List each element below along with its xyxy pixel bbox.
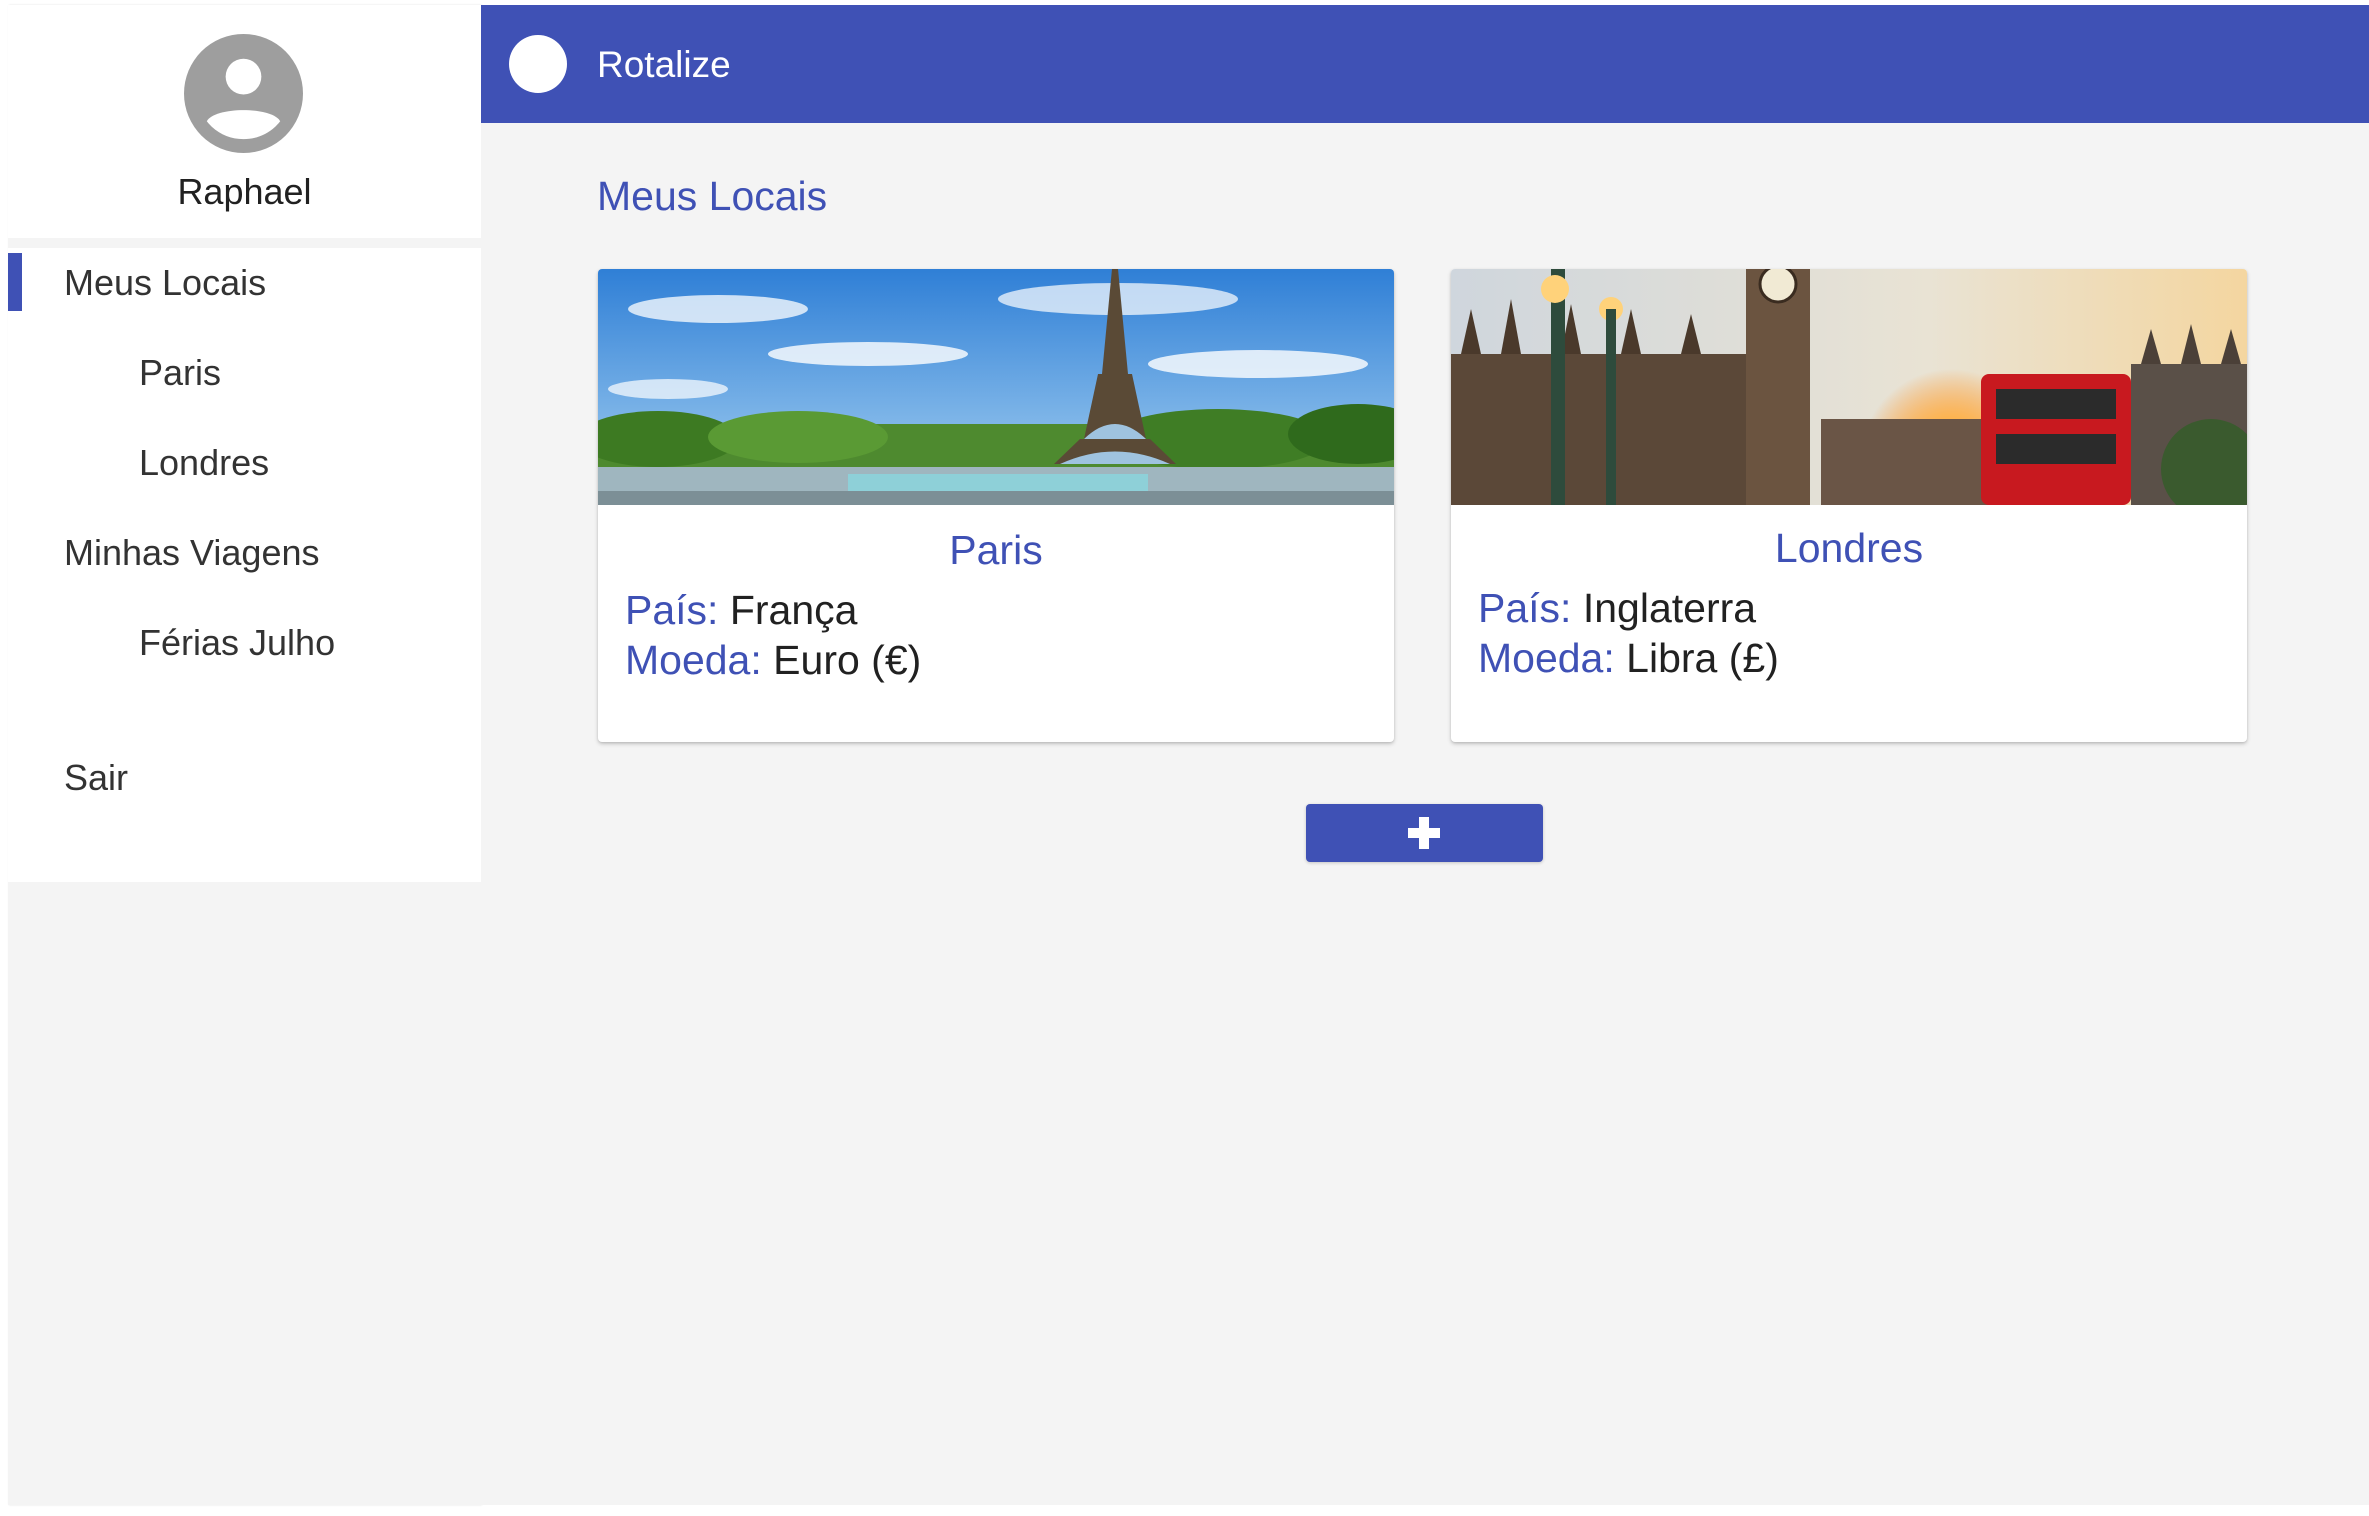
sidebar: Raphael Meus Locais Paris Londres Minhas… bbox=[8, 5, 481, 1505]
sidebar-item-londres[interactable]: Londres bbox=[8, 432, 481, 492]
app-root: Raphael Meus Locais Paris Londres Minhas… bbox=[0, 0, 2369, 1516]
sidebar-item-sair[interactable]: Sair bbox=[8, 747, 481, 807]
profile-panel: Raphael bbox=[8, 5, 481, 238]
card-currency-value: Euro (€) bbox=[773, 637, 922, 683]
card-country-label: País: bbox=[1478, 585, 1572, 631]
main-content: Meus Locais Paris País: França Moeda: Eu… bbox=[481, 123, 2369, 1505]
circle-logo-icon bbox=[509, 35, 567, 93]
account-circle-icon bbox=[184, 34, 303, 153]
card-currency-label: Moeda: bbox=[625, 637, 762, 683]
sidebar-item-label: Férias Julho bbox=[139, 622, 336, 663]
place-card-londres[interactable]: Londres País: Inglaterra Moeda: Libra (£… bbox=[1451, 269, 2247, 742]
add-location-button[interactable] bbox=[1306, 804, 1543, 862]
sidebar-item-label: Paris bbox=[139, 352, 222, 393]
sidebar-item-label: Meus Locais bbox=[64, 262, 267, 303]
sidebar-item-label: Minhas Viagens bbox=[64, 532, 320, 573]
sidebar-item-ferias-julho[interactable]: Férias Julho bbox=[8, 612, 481, 672]
top-app-bar: Rotalize bbox=[481, 5, 2369, 123]
eiffel-tower-photo bbox=[598, 269, 1394, 505]
card-country-label: País: bbox=[625, 587, 719, 633]
active-indicator bbox=[8, 253, 22, 311]
card-currency: Moeda: Libra (£) bbox=[1478, 635, 1779, 682]
profile-name: Raphael bbox=[177, 171, 312, 212]
card-country: País: Inglaterra bbox=[1478, 585, 1756, 632]
app-title: Rotalize bbox=[597, 44, 731, 85]
card-country-value: França bbox=[729, 587, 858, 633]
card-currency-label: Moeda: bbox=[1478, 635, 1615, 681]
card-country: País: França bbox=[625, 587, 857, 634]
card-title: Londres bbox=[1774, 525, 1924, 571]
sidebar-item-meus-locais[interactable]: Meus Locais bbox=[8, 252, 481, 312]
big-ben-bus-photo bbox=[1451, 269, 2247, 505]
plus-icon bbox=[1408, 817, 1440, 849]
sidebar-item-minhas-viagens[interactable]: Minhas Viagens bbox=[8, 522, 481, 582]
sidebar-nav: Meus Locais Paris Londres Minhas Viagens… bbox=[8, 248, 481, 882]
card-country-value: Inglaterra bbox=[1582, 585, 1757, 631]
card-title: Paris bbox=[949, 527, 1043, 573]
card-currency: Moeda: Euro (€) bbox=[625, 637, 921, 684]
sidebar-item-label: Sair bbox=[64, 757, 129, 798]
sidebar-item-label: Londres bbox=[139, 442, 270, 483]
sidebar-item-paris[interactable]: Paris bbox=[8, 342, 481, 402]
place-card-paris[interactable]: Paris País: França Moeda: Euro (€) bbox=[598, 269, 1394, 742]
page-title: Meus Locais bbox=[597, 173, 828, 219]
card-currency-value: Libra (£) bbox=[1626, 635, 1779, 681]
